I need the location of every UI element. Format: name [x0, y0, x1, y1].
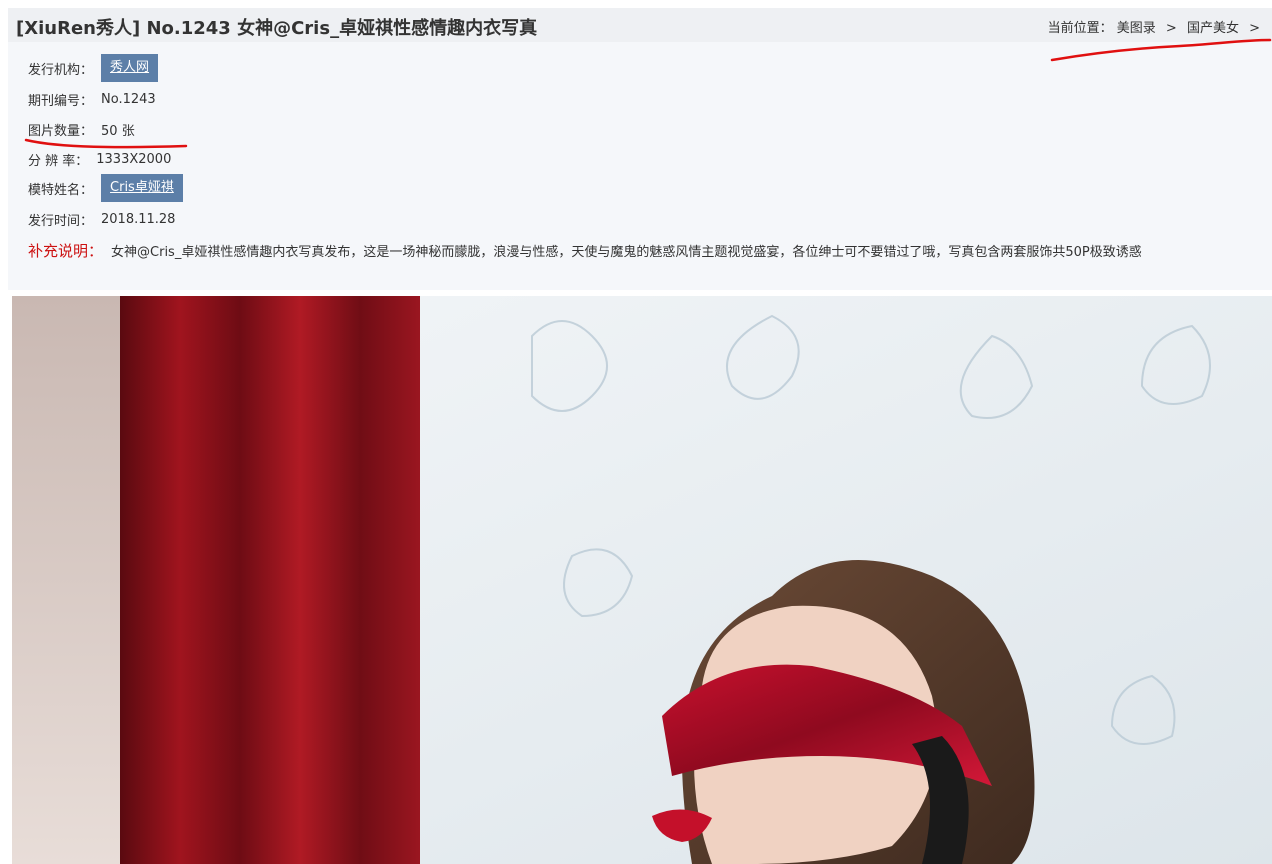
gallery-info-panel: 发行机构： 秀人网 期刊编号： No.1243 图片数量： 50 张 分 辨 率… [8, 42, 1272, 290]
breadcrumb-separator: > [1165, 21, 1177, 36]
photo-image [12, 296, 1272, 864]
date-value: 2018.11.28 [101, 212, 176, 227]
breadcrumb-link-category[interactable]: 国产美女 [1187, 21, 1239, 36]
image-count-row: 图片数量： 50 张 [28, 120, 135, 139]
issue-label: 期刊编号： [28, 94, 94, 109]
supplement-row: 补充说明： 女神@Cris_卓娅祺性感情趣内衣写真发布，这是一场神秘而朦胧，浪漫… [28, 240, 1142, 261]
breadcrumb-separator: > [1249, 21, 1260, 36]
gallery-photo[interactable] [12, 296, 1272, 864]
issue-row: 期刊编号： No.1243 [28, 90, 156, 109]
resolution-value: 1333X2000 [96, 152, 172, 167]
publisher-row: 发行机构： 秀人网 [28, 54, 159, 82]
breadcrumb-link-home[interactable]: 美图录 [1117, 21, 1156, 36]
publisher-tag[interactable]: 秀人网 [101, 54, 159, 82]
publisher-label: 发行机构： [28, 62, 94, 78]
breadcrumb: 当前位置： 美图录 > 国产美女 > [1048, 17, 1266, 36]
title-bar: [XiuRen秀人] No.1243 女神@Cris_卓娅祺性感情趣内衣写真 当… [8, 8, 1272, 42]
image-count-value: 50 张 [101, 124, 135, 139]
issue-value: No.1243 [101, 92, 156, 107]
breadcrumb-prefix: 当前位置： [1047, 21, 1113, 36]
date-label: 发行时间： [28, 214, 94, 229]
supplement-label: 补充说明： [28, 242, 104, 260]
model-row: 模特姓名： Cris卓娅祺 [28, 174, 183, 202]
model-label: 模特姓名： [28, 182, 94, 198]
resolution-row: 分 辨 率： 1333X2000 [28, 150, 171, 169]
date-row: 发行时间： 2018.11.28 [28, 210, 175, 229]
resolution-label: 分 辨 率： [28, 154, 89, 169]
page: [XiuRen秀人] No.1243 女神@Cris_卓娅祺性感情趣内衣写真 当… [0, 0, 1272, 864]
image-count-label: 图片数量： [28, 124, 94, 139]
supplement-text: 女神@Cris_卓娅祺性感情趣内衣写真发布，这是一场神秘而朦胧，浪漫与性感，天使… [111, 245, 1142, 260]
page-title: [XiuRen秀人] No.1243 女神@Cris_卓娅祺性感情趣内衣写真 [16, 18, 538, 39]
model-tag[interactable]: Cris卓娅祺 [101, 174, 183, 202]
